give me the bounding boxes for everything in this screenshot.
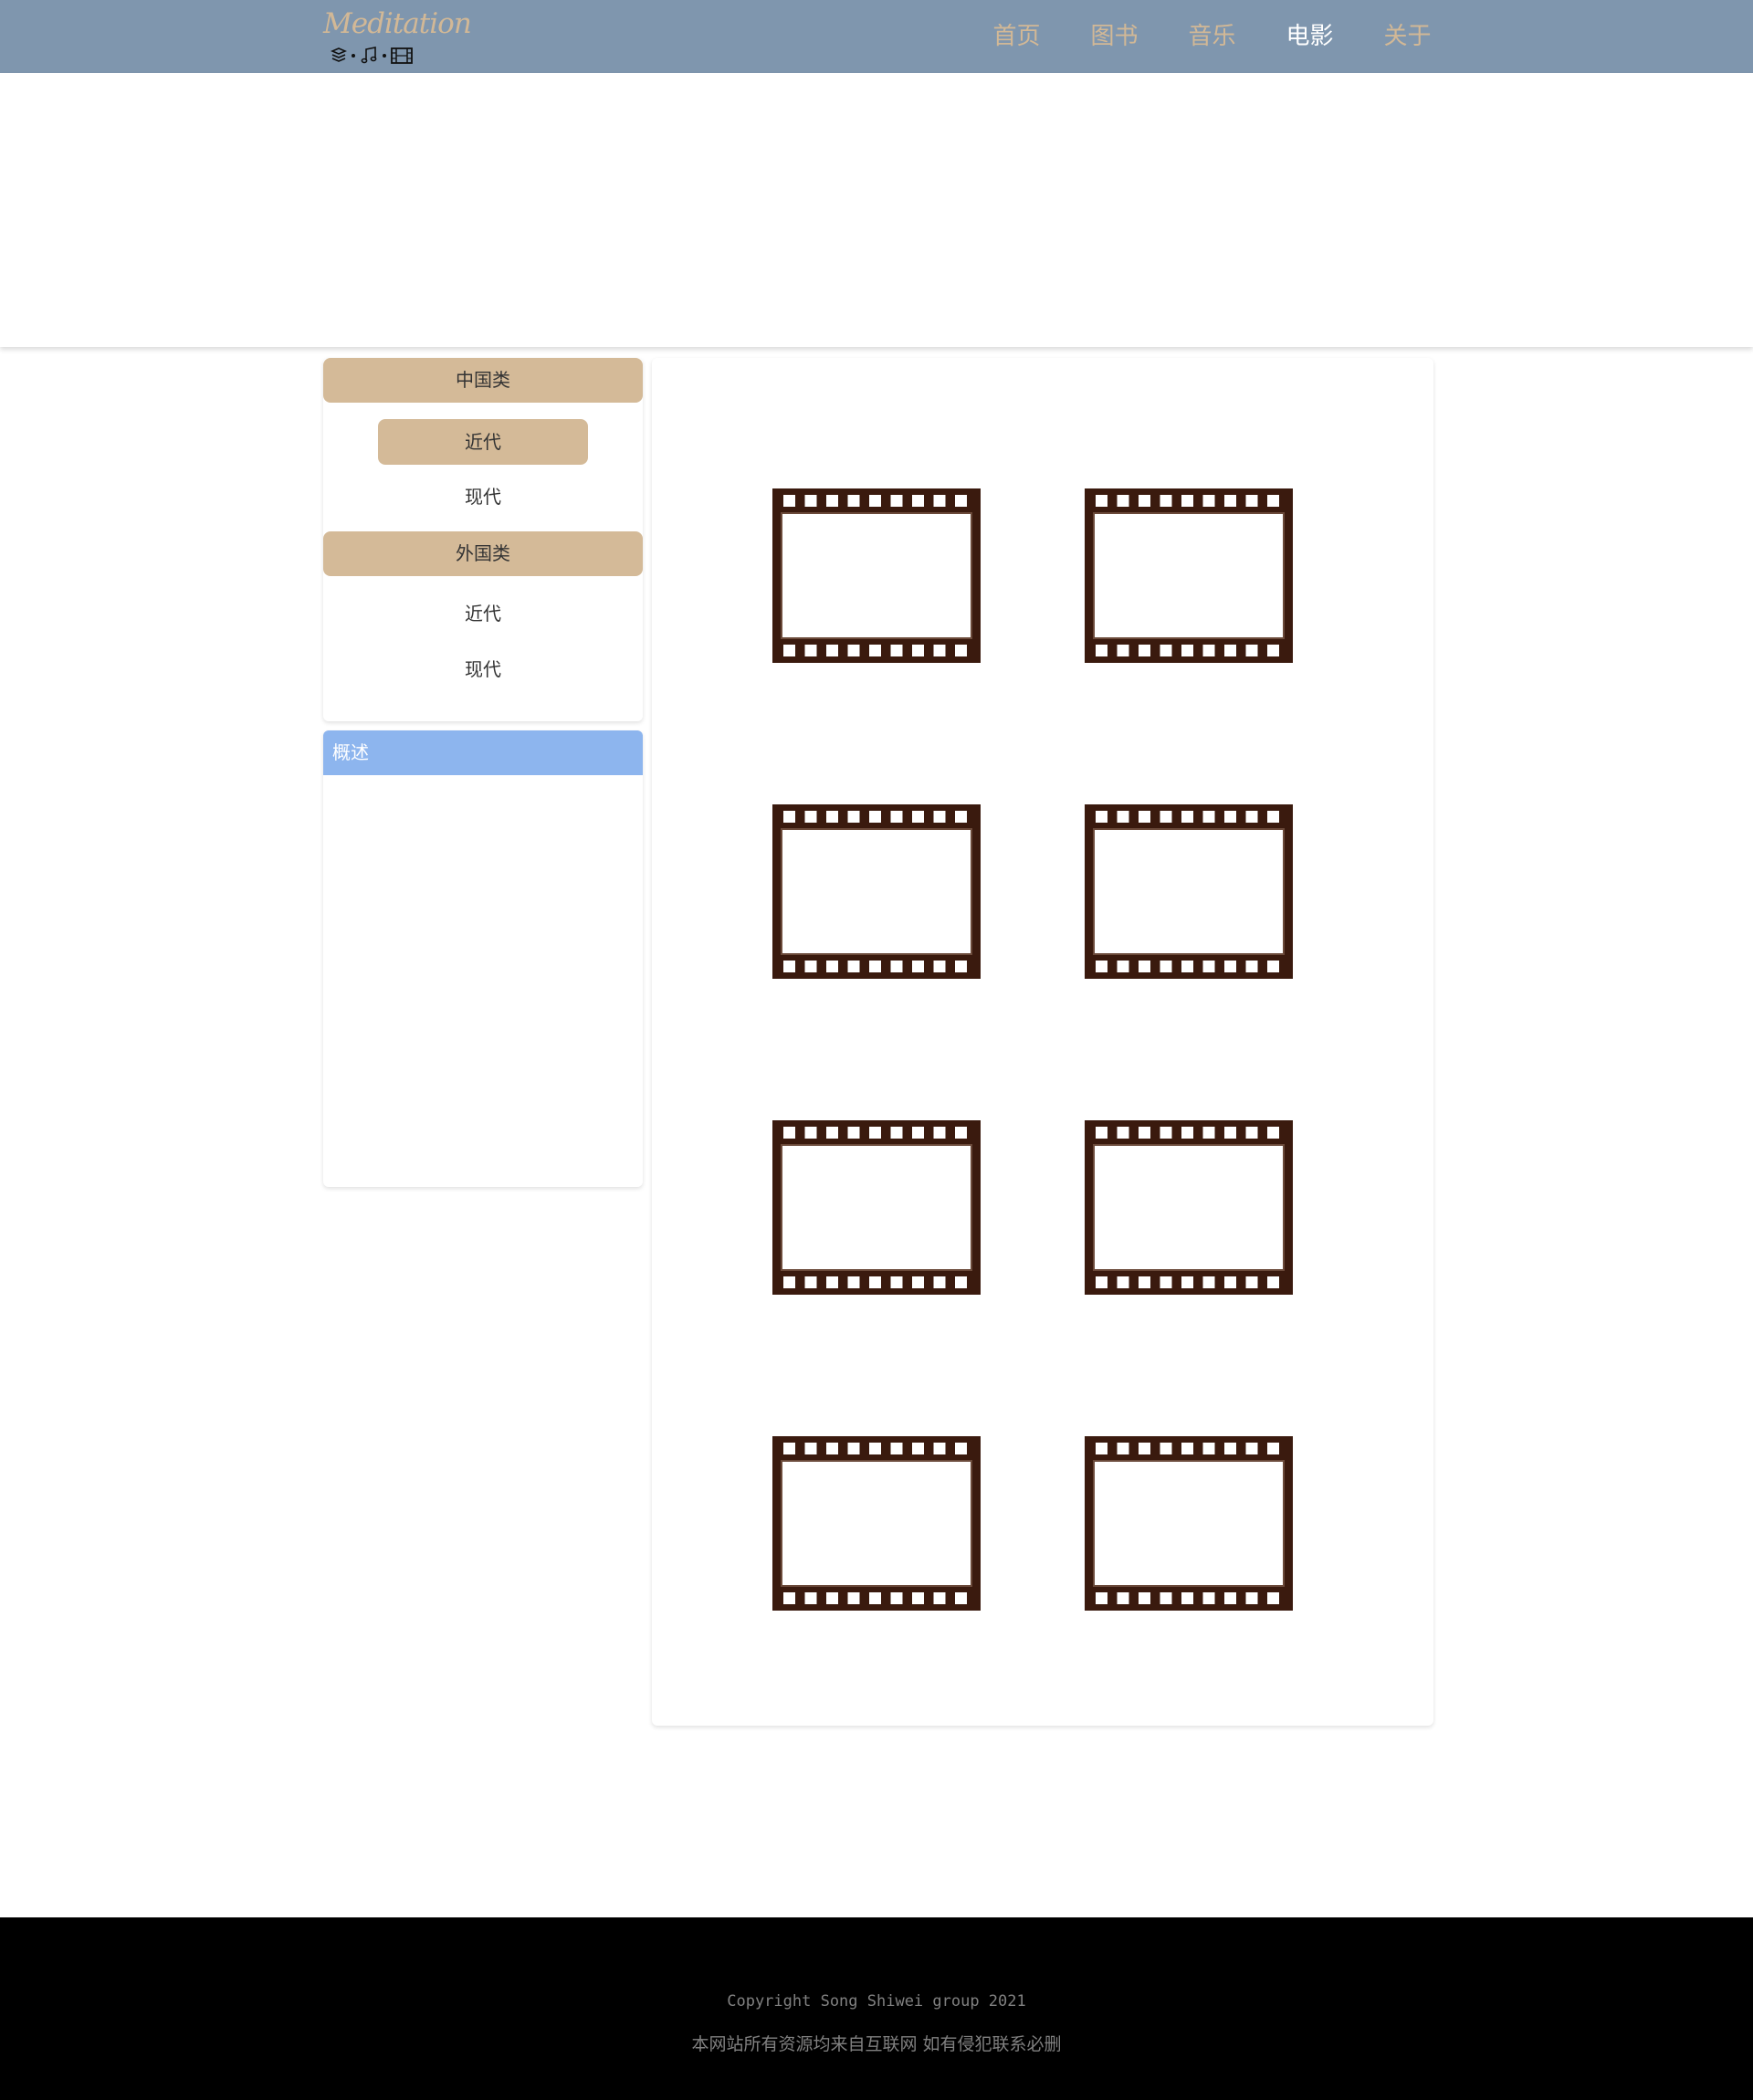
books-icon [331,47,347,64]
separator-dot [352,54,355,58]
subcategory-foreign-contemporary[interactable]: 现代 [378,646,588,692]
film-frame-icon [772,488,981,663]
disclaimer-text: 本网站所有资源均来自互联网 如有侵犯联系必删 [691,2034,1062,2054]
separator-dot [383,54,386,58]
subcategory-chinese-contemporary[interactable]: 现代 [378,474,588,520]
music-note-icon [360,47,378,65]
main-nav: 首页 图书 音乐 电影 关于 [968,0,1456,73]
copyright-text: Copyright Song Shiwei group 2021 [727,1992,1026,2011]
top-navbar: Meditation 首页 图书 音乐 电影 关于 [0,0,1753,73]
nav-movies[interactable]: 电影 [1261,0,1359,73]
category-chinese[interactable]: 中国类 [323,358,643,403]
movie-thumbnail[interactable] [772,1436,981,1611]
banner-area [0,73,1753,347]
subcategory-chinese-modern-era[interactable]: 近代 [378,419,588,465]
category-foreign[interactable]: 外国类 [323,531,643,576]
film-frame-icon [1085,488,1293,663]
movie-thumbnail[interactable] [1085,804,1293,979]
summary-panel: 概述 [323,730,643,1187]
logo-wordmark: Meditation [323,7,472,40]
film-frame-icon [1085,1436,1293,1611]
nav-books[interactable]: 图书 [1065,0,1163,73]
subcategory-foreign-modern-era[interactable]: 近代 [378,591,588,636]
movie-thumbnail[interactable] [1085,488,1293,663]
nav-about[interactable]: 关于 [1359,0,1456,73]
film-frame-icon [772,1120,981,1295]
movie-grid [652,358,1433,1726]
nav-music[interactable]: 音乐 [1163,0,1261,73]
nav-home[interactable]: 首页 [968,0,1065,73]
movie-thumbnail[interactable] [772,804,981,979]
movie-thumbnail[interactable] [772,488,981,663]
film-frame-icon [1085,1120,1293,1295]
film-icon [391,47,413,64]
summary-title: 概述 [323,730,643,775]
movie-thumbnail[interactable] [1085,1436,1293,1611]
category-menu: 中国类 近代 现代 外国类 近代 现代 [323,358,643,721]
film-frame-icon [772,804,981,979]
footer: Copyright Song Shiwei group 2021 本网站所有资源… [0,1917,1753,2100]
logo-icon-row [331,44,413,68]
film-frame-icon [772,1436,981,1611]
movie-thumbnail[interactable] [772,1120,981,1295]
movie-thumbnail[interactable] [1085,1120,1293,1295]
film-frame-icon [1085,804,1293,979]
site-logo[interactable]: Meditation [323,7,472,68]
